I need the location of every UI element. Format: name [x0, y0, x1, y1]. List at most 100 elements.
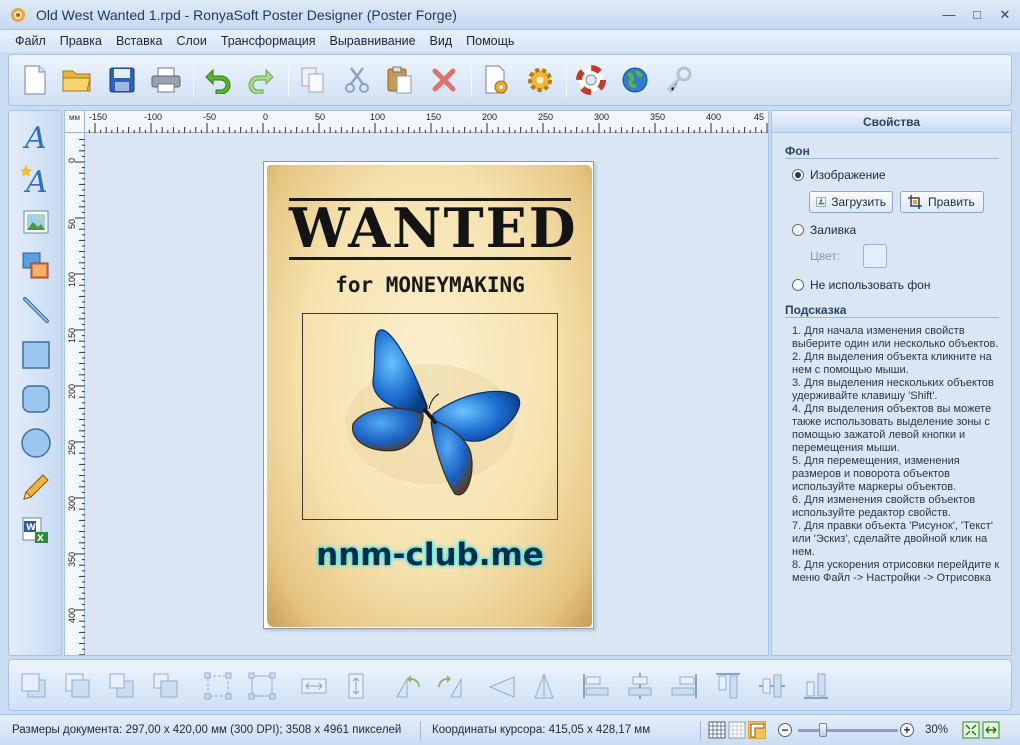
horizontal-ruler[interactable]: -150 -100 -50 0 50 100 150 200 250 300 3…	[85, 111, 768, 133]
background-fill-radio[interactable]	[792, 224, 804, 236]
minimize-button[interactable]: —	[938, 6, 960, 24]
office-document-icon: WX	[22, 517, 48, 544]
close-button[interactable]: ✕	[994, 6, 1016, 24]
poster-background: WANTED for MONEYMAKING nnm-club.me	[267, 165, 592, 627]
rotate-right-icon	[438, 675, 462, 698]
fit-height-button[interactable]	[339, 669, 373, 703]
ellipse-icon	[21, 428, 51, 458]
draw-rectangle-button[interactable]	[18, 337, 54, 373]
zoom-slider-track[interactable]	[798, 729, 898, 732]
align-middle-button[interactable]	[755, 669, 789, 703]
arrange-toolbar	[8, 659, 1012, 711]
load-background-button[interactable]: Загрузить	[809, 191, 893, 213]
align-right-button[interactable]	[667, 669, 701, 703]
undo-button[interactable]	[201, 63, 235, 97]
design-canvas[interactable]: мм -150 -100 -50 0 50 100 150 200 250 30…	[64, 110, 769, 656]
copy-icon	[301, 67, 324, 93]
flip-vertical-button[interactable]	[527, 669, 561, 703]
copy-button[interactable]	[296, 63, 330, 97]
send-to-back-button[interactable]	[61, 669, 95, 703]
send-backward-button[interactable]	[149, 669, 183, 703]
draw-line-button[interactable]	[18, 292, 54, 328]
redo-button[interactable]	[244, 63, 278, 97]
paste-button[interactable]	[383, 63, 417, 97]
dots-grid-toggle-icon[interactable]	[728, 721, 746, 739]
no-background-radio[interactable]	[792, 279, 804, 291]
align-top-button[interactable]	[711, 669, 745, 703]
ruler-h-label: 200	[482, 112, 498, 122]
insert-text-button[interactable]: A	[18, 118, 54, 154]
rulers-toggle-icon[interactable]	[748, 721, 766, 739]
draw-ellipse-button[interactable]	[18, 425, 54, 461]
section-divider	[785, 158, 999, 159]
menu-align[interactable]: Выравнивание	[322, 34, 422, 48]
background-image-radio[interactable]	[792, 169, 804, 181]
delete-button[interactable]	[427, 63, 461, 97]
rotate-left-button[interactable]	[391, 669, 425, 703]
fit-width-button[interactable]	[297, 669, 331, 703]
fill-color-swatch[interactable]	[863, 244, 887, 268]
align-center-button[interactable]	[623, 669, 657, 703]
edit-background-button[interactable]: Править	[900, 191, 984, 213]
page-settings-button[interactable]	[480, 63, 514, 97]
vertical-ruler[interactable]: 0 50 100 150 200 250 300 350 400	[65, 133, 85, 655]
send-to-back-icon	[65, 673, 90, 698]
menu-view[interactable]: Вид	[423, 34, 460, 48]
zoom-in-button[interactable]: +	[900, 723, 914, 737]
new-document-button[interactable]	[18, 63, 52, 97]
grid-toggle-icon[interactable]	[708, 721, 726, 739]
poster-watermark-text[interactable]: nnm-club.me	[275, 537, 585, 573]
rotate-right-button[interactable]	[433, 669, 467, 703]
help-button[interactable]	[574, 63, 608, 97]
poster-page[interactable]: WANTED for MONEYMAKING nnm-club.me	[263, 161, 594, 629]
ruler-h-label: 50	[315, 112, 326, 122]
page-settings-icon	[485, 65, 508, 94]
zoom-out-button[interactable]: −	[778, 723, 792, 737]
background-fill-label[interactable]: Заливка	[810, 223, 856, 237]
group-button[interactable]	[201, 669, 235, 703]
ruler-v-label: 250	[67, 439, 77, 455]
insert-collage-button[interactable]	[18, 248, 54, 284]
poster-subtitle[interactable]: for MONEYMAKING	[289, 273, 571, 297]
open-button[interactable]	[60, 63, 94, 97]
ungroup-button[interactable]	[245, 669, 279, 703]
website-button[interactable]	[618, 63, 652, 97]
ruler-h-label: 350	[650, 112, 666, 122]
insert-image-button[interactable]	[18, 204, 54, 240]
print-icon	[151, 67, 181, 93]
align-bottom-icon	[804, 673, 828, 699]
bring-to-front-button[interactable]	[17, 669, 51, 703]
draw-rounded-rectangle-button[interactable]	[18, 381, 54, 417]
menu-file[interactable]: Файл	[8, 34, 53, 48]
insert-art-text-button[interactable]: A	[18, 161, 54, 197]
menu-help[interactable]: Помощь	[459, 34, 521, 48]
actual-size-icon[interactable]	[982, 721, 1000, 739]
print-button[interactable]	[149, 63, 183, 97]
insert-office-object-button[interactable]: WX	[18, 513, 54, 549]
register-button[interactable]	[662, 63, 696, 97]
align-middle-icon	[759, 674, 785, 698]
align-left-button[interactable]	[579, 669, 613, 703]
background-image-label[interactable]: Изображение	[810, 168, 886, 182]
align-bottom-button[interactable]	[799, 669, 833, 703]
poster-photo-frame[interactable]	[302, 313, 558, 520]
menu-transform[interactable]: Трансформация	[214, 34, 323, 48]
maximize-button[interactable]: □	[966, 6, 988, 24]
save-button[interactable]	[105, 63, 139, 97]
fit-to-window-icon[interactable]	[962, 721, 980, 739]
no-background-label[interactable]: Не использовать фон	[810, 278, 931, 292]
menu-layers[interactable]: Слои	[169, 34, 213, 48]
zoom-slider-thumb[interactable]	[819, 723, 827, 737]
poster-headline[interactable]: WANTED	[289, 199, 576, 257]
settings-button[interactable]	[523, 63, 557, 97]
draw-sketch-button[interactable]	[18, 469, 54, 505]
bring-forward-button[interactable]	[105, 669, 139, 703]
menu-edit[interactable]: Правка	[53, 34, 109, 48]
flip-horizontal-button[interactable]	[485, 669, 519, 703]
ruler-v-label: 350	[67, 551, 77, 567]
settings-gear-icon	[528, 68, 552, 92]
cursor-coordinates-status: Координаты курсора: 415,05 x 428,17 мм	[432, 724, 651, 736]
menu-insert[interactable]: Вставка	[109, 34, 169, 48]
cut-button[interactable]	[340, 63, 374, 97]
load-image-icon	[816, 197, 826, 207]
